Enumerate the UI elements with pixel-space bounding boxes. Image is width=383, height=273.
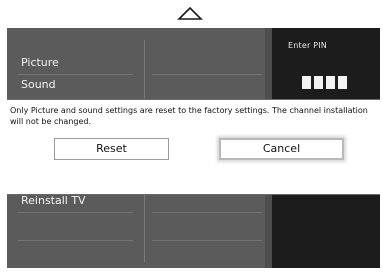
pin-digit-box [302, 76, 311, 89]
menu-divider [17, 74, 133, 75]
pin-label: Enter PIN [288, 41, 327, 50]
pin-digit-box [314, 76, 323, 89]
menu-divider [17, 212, 133, 213]
up-arrow-icon[interactable] [175, 5, 205, 23]
menu-divider [152, 74, 262, 75]
reset-confirmation-dialog: Only Picture and sound settings are rese… [7, 99, 380, 195]
menu-item-reinstall-tv[interactable]: Reinstall TV [21, 194, 86, 208]
menu-divider [152, 212, 262, 213]
menu-item-sound[interactable]: Sound [21, 78, 56, 92]
dialog-message: Only Picture and sound settings are rese… [10, 106, 368, 126]
reset-button[interactable]: Reset [54, 138, 169, 160]
menu-divider [17, 240, 133, 241]
pin-digit-box [338, 76, 347, 89]
cancel-button[interactable]: Cancel [219, 138, 344, 160]
pin-entry-field[interactable] [302, 76, 347, 89]
pin-digit-box [326, 76, 335, 89]
menu-divider [152, 240, 262, 241]
menu-item-picture[interactable]: Picture [21, 56, 59, 70]
